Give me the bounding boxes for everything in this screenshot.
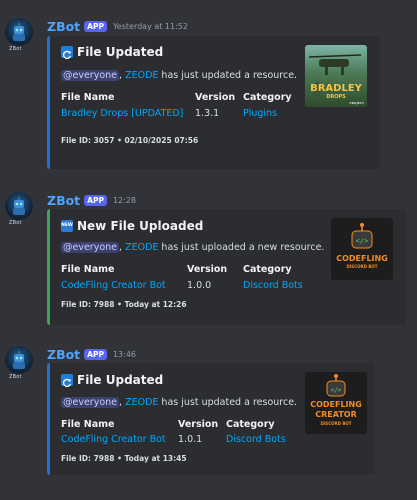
message-header: ZBot APP 12:28 <box>47 192 136 208</box>
robot-icon <box>13 197 25 215</box>
thumbnail-title-line2: CREATOR <box>315 410 357 419</box>
everyone-mention[interactable]: @everyone <box>61 70 120 81</box>
everyone-mention[interactable]: @everyone <box>61 397 120 408</box>
action-text: has just updated a resource. <box>161 397 298 408</box>
field-value-version: 1.0.1 <box>178 434 203 445</box>
field-value-category[interactable]: Plugins <box>243 108 277 119</box>
action-text: has just updated a resource. <box>161 70 298 81</box>
field-label-category: Category <box>243 92 292 103</box>
timestamp[interactable]: 13:46 <box>113 350 136 359</box>
author-name[interactable]: ZBot <box>47 347 80 362</box>
embed-title: File Updated <box>61 45 164 60</box>
field-label-category: Category <box>243 264 292 275</box>
embed-card: File Updated @everyone, ZEODE has just u… <box>47 363 375 475</box>
field-label-version: Version <box>195 92 236 103</box>
field-value-category[interactable]: Discord Bots <box>226 434 286 445</box>
author-name[interactable]: ZBot <box>47 19 80 34</box>
embed-thumbnail[interactable]: </> CODEFLING CREATOR DISCORD BOT <box>305 372 367 434</box>
thumbnail-subtitle: DISCORD BOT <box>320 421 352 426</box>
thumbnail-subtitle: DISCORD BOT <box>346 264 378 269</box>
app-badge: APP <box>84 348 107 360</box>
embed-description: @everyone, ZEODE has just uploaded a new… <box>61 242 325 253</box>
field-value-version: 1.0.0 <box>187 280 212 291</box>
avatar-caption: ZBot <box>9 220 22 226</box>
action-text: has just uploaded a new resource. <box>161 242 325 253</box>
message-header: ZBot APP Yesterday at 11:52 <box>47 18 188 34</box>
user-link[interactable]: ZEODE <box>125 397 158 408</box>
field-label-file-name: File Name <box>61 92 115 103</box>
thumbnail-title: BRADLEY <box>310 83 362 94</box>
avatar-caption: ZBot <box>9 374 22 380</box>
embed-footer: File ID: 3057 • 02/10/2025 07:56 <box>61 136 199 145</box>
field-value-category[interactable]: Discord Bots <box>243 280 303 291</box>
field-label-category: Category <box>226 419 275 430</box>
thumbnail-subtitle: DROPS <box>326 94 346 100</box>
app-badge: APP <box>84 194 107 206</box>
robot-icon <box>13 23 25 41</box>
field-label-file-name: File Name <box>61 419 115 430</box>
field-value-version: 1.3.1 <box>195 108 220 119</box>
embed-footer: File ID: 7988 • Today at 13:45 <box>61 454 187 463</box>
embed-description: @everyone, ZEODE has just updated a reso… <box>61 70 298 81</box>
embed-title-text: File Updated <box>77 373 164 387</box>
embed-title-text: New File Uploaded <box>77 219 204 233</box>
field-label-version: Version <box>187 264 228 275</box>
field-label-version: Version <box>178 419 219 430</box>
embed-description: @everyone, ZEODE has just updated a reso… <box>61 397 298 408</box>
message-header: ZBot APP 13:46 <box>47 346 136 362</box>
embed-title-text: File Updated <box>77 45 164 59</box>
field-label-file-name: File Name <box>61 264 115 275</box>
user-link[interactable]: ZEODE <box>125 242 158 253</box>
timestamp[interactable]: 12:28 <box>113 196 136 205</box>
embed-footer: File ID: 7988 • Today at 12:26 <box>61 300 187 309</box>
embed-thumbnail[interactable]: BRADLEY DROPS PROJECT <box>305 45 367 107</box>
bot-avatar[interactable] <box>5 192 33 220</box>
thumbnail-title: CODEFLING <box>336 254 388 263</box>
avatar-caption: ZBot <box>9 46 22 52</box>
refresh-icon <box>61 374 73 388</box>
embed-thumbnail[interactable]: </> CODEFLING DISCORD BOT <box>331 218 393 280</box>
thumbnail-title: CODEFLING <box>310 400 362 409</box>
user-link[interactable]: ZEODE <box>125 70 158 81</box>
bot-avatar[interactable] <box>5 18 33 46</box>
bot-avatar[interactable] <box>5 346 33 374</box>
embed-card: File Updated @everyone, ZEODE has just u… <box>47 36 380 169</box>
author-name[interactable]: ZBot <box>47 193 80 208</box>
message: ZBot ZBot APP Yesterday at 11:52 File Up… <box>0 18 417 169</box>
message: ZBot ZBot APP 12:28 NEW New File Uploade… <box>0 192 417 327</box>
thumbnail-mark: PROJECT <box>349 101 364 105</box>
timestamp[interactable]: Yesterday at 11:52 <box>113 22 188 31</box>
embed-title: NEW New File Uploaded <box>61 219 203 233</box>
field-value-file-name[interactable]: Bradley Drops [UPDATED] <box>61 108 183 119</box>
svg-text:</>: </> <box>356 237 369 245</box>
field-value-file-name[interactable]: CodeFling Creator Bot <box>61 280 166 291</box>
robot-icon <box>13 351 25 369</box>
new-icon: NEW <box>61 220 73 232</box>
everyone-mention[interactable]: @everyone <box>61 242 120 253</box>
field-value-file-name[interactable]: CodeFling Creator Bot <box>61 434 166 445</box>
embed-title: File Updated <box>61 373 164 388</box>
message: ZBot ZBot APP 13:46 File Updated @everyo… <box>0 346 417 496</box>
refresh-icon <box>61 46 73 60</box>
app-badge: APP <box>84 20 107 32</box>
embed-card: NEW New File Uploaded @everyone, ZEODE h… <box>47 209 406 325</box>
svg-text:</>: </> <box>331 387 342 394</box>
codefling-robot-image: </> <box>351 223 373 249</box>
